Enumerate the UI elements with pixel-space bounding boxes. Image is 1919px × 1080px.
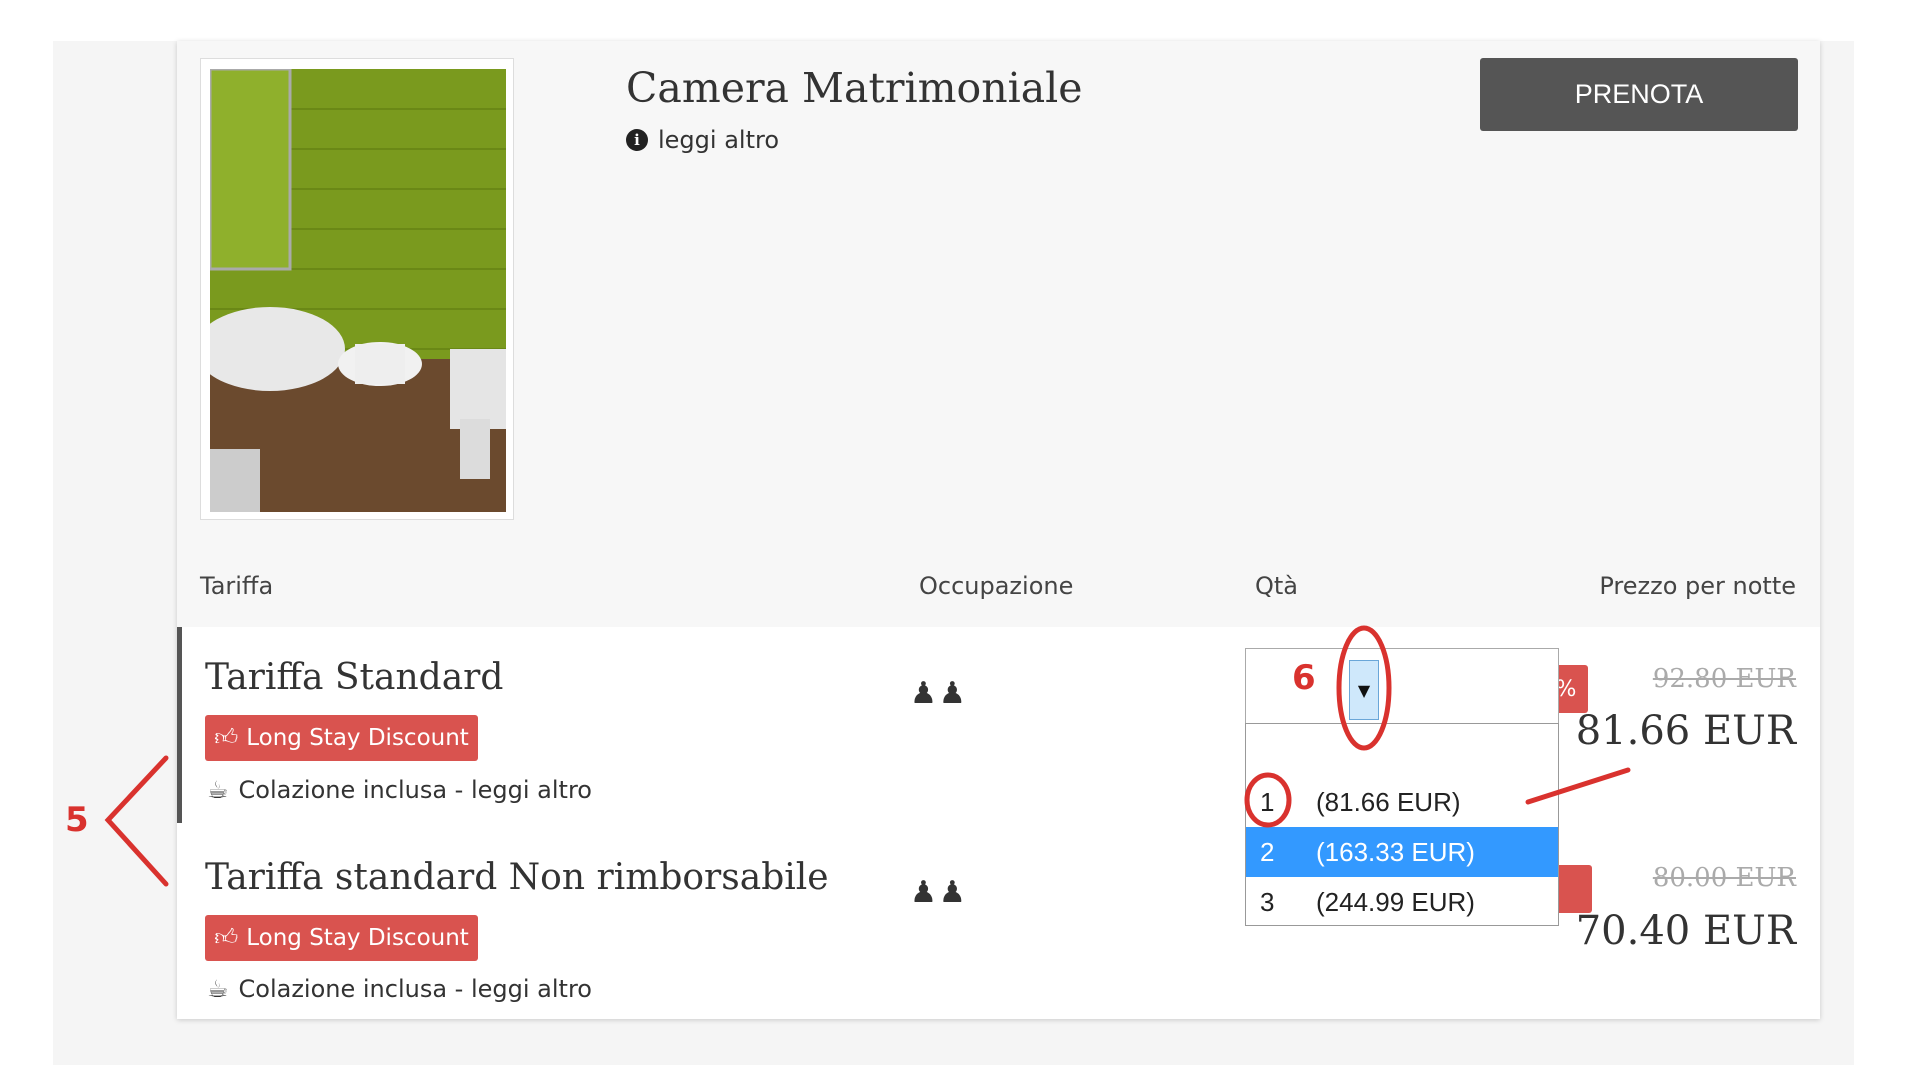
annotation-marks [104, 625, 1631, 887]
